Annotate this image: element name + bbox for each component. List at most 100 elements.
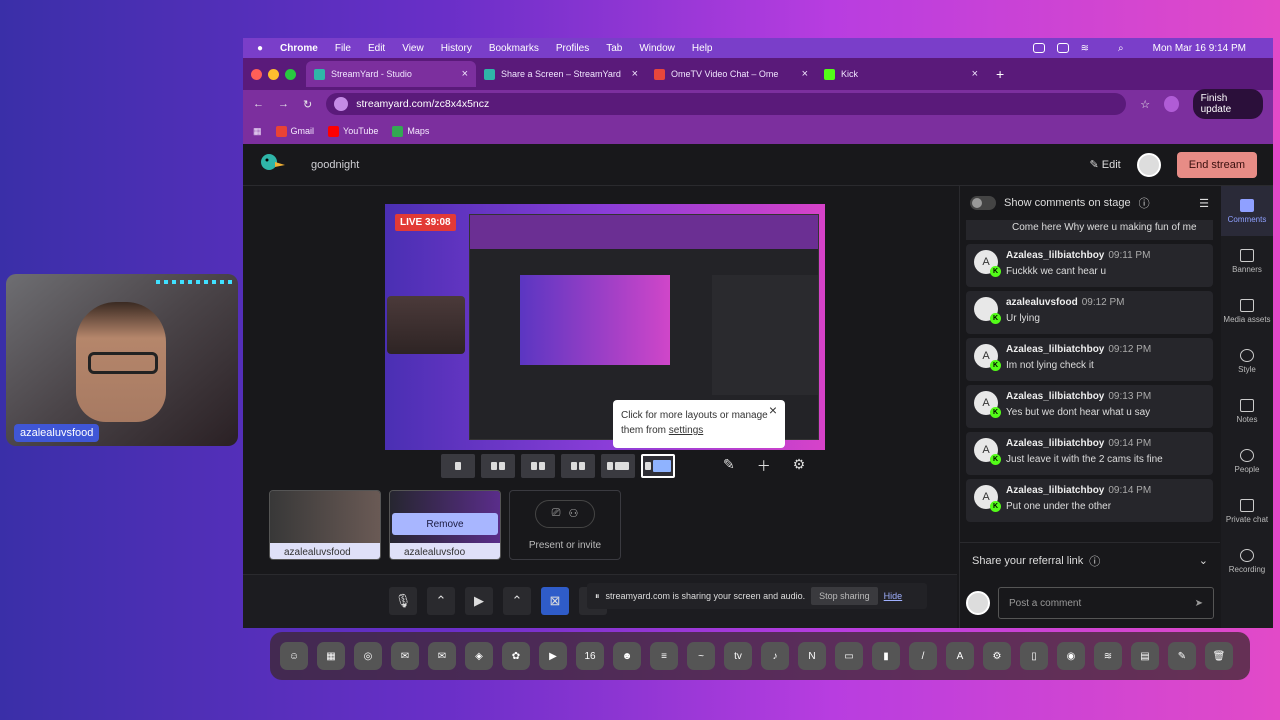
destination-avatar[interactable] (1136, 152, 1161, 177)
microphone-icon[interactable]: 🎙 (389, 587, 417, 615)
profile-avatar[interactable] (1164, 96, 1179, 112)
contacts-icon[interactable]: ☻ (613, 642, 641, 670)
gear-icon[interactable]: ⚙ (793, 456, 806, 476)
layout-solo[interactable] (441, 454, 475, 478)
preview-icon[interactable]: ✎ (1168, 642, 1196, 670)
present-or-invite-card[interactable]: ⎚ ⚇ Present or invite (509, 490, 621, 560)
nav-comments[interactable]: Comments (1221, 186, 1273, 236)
menu-edit[interactable]: Edit (368, 43, 385, 54)
freeform-icon[interactable]: ~ (687, 642, 715, 670)
menu-history[interactable]: History (441, 43, 472, 54)
referral-section[interactable]: Share your referral link ⓘ ⌄ (960, 542, 1220, 578)
screen-share-icon[interactable] (1032, 43, 1045, 53)
layout-group[interactable] (481, 454, 515, 478)
apple-icon[interactable]: ● (257, 43, 263, 54)
nav-private-chat[interactable]: Private chat (1221, 486, 1273, 536)
photos-icon[interactable]: ✿ (502, 642, 530, 670)
maps-app-icon[interactable]: ◈ (465, 642, 493, 670)
visual-effects-icon[interactable]: ⊠ (541, 587, 569, 615)
minimize-window-button[interactable] (268, 68, 279, 80)
nav-media-assets[interactable]: Media assets (1221, 286, 1273, 336)
menubar-clock[interactable]: Mon Mar 16 9:14 PM (1153, 43, 1246, 54)
messages-icon[interactable]: ✉ (391, 642, 419, 670)
trash-icon[interactable]: 🗑 (1205, 642, 1233, 670)
chevron-down-icon[interactable]: ⌄ (1199, 554, 1208, 567)
url-field[interactable]: streamyard.com/zc8x4x5ncz (326, 93, 1127, 115)
layout-screen[interactable] (601, 454, 635, 478)
menu-view[interactable]: View (402, 43, 424, 54)
facetime-icon[interactable]: ▶ (539, 642, 567, 670)
bookmark-youtube[interactable]: YouTube (328, 125, 378, 137)
safari-icon[interactable]: ◎ (354, 642, 382, 670)
comment-item[interactable]: A Azaleas_lilbiatchboy09:13 PM Yes but we … (966, 385, 1213, 428)
participant-thumbnail[interactable]: azalealuvsfood (269, 490, 381, 560)
tv-icon[interactable]: tv (724, 642, 752, 670)
close-tab-icon[interactable]: × (462, 68, 468, 80)
menu-help[interactable]: Help (692, 43, 713, 54)
menu-file[interactable]: File (335, 43, 351, 54)
tab-share-screen[interactable]: Share a Screen – StreamYard × (476, 61, 646, 87)
system-settings-icon[interactable]: ⚙ (983, 642, 1011, 670)
layout-picture-in-picture[interactable] (641, 454, 675, 478)
nav-notes[interactable]: Notes (1221, 386, 1273, 436)
bookmark-maps[interactable]: Maps (392, 125, 429, 137)
show-comments-toggle[interactable] (970, 196, 996, 210)
nav-style[interactable]: Style (1221, 336, 1273, 386)
stop-sharing-button[interactable]: Stop sharing (811, 587, 878, 605)
iphone-mirroring-icon[interactable]: ▯ (1020, 642, 1048, 670)
search-icon[interactable]: ⌕ (1118, 43, 1124, 54)
layout-leader[interactable] (521, 454, 555, 478)
wifi-icon[interactable]: ≋ (1081, 43, 1089, 54)
nav-people[interactable]: People (1221, 436, 1273, 486)
close-tab-icon[interactable]: × (972, 68, 978, 80)
apps-grid-icon[interactable]: ▦ (253, 126, 262, 137)
keynote-icon[interactable]: ▭ (835, 642, 863, 670)
remove-from-stage-button[interactable]: Remove (392, 513, 498, 535)
screen-share-thumbnail[interactable]: Remove azalealuvsfoo (389, 490, 501, 560)
site-info-icon[interactable] (334, 97, 349, 111)
menu-tab[interactable]: Tab (606, 43, 622, 54)
pencil-icon[interactable]: ✎ (723, 456, 735, 476)
comment-item[interactable]: A Azaleas_lilbiatchboy09:12 PM Im not lyin… (966, 338, 1213, 381)
forward-icon[interactable]: → (278, 98, 289, 110)
music-icon[interactable]: ♪ (761, 642, 789, 670)
send-icon[interactable]: ➤ (1195, 598, 1203, 609)
finish-update-button[interactable]: Finish update (1192, 89, 1263, 119)
close-icon[interactable]: × (769, 403, 777, 418)
comment-item[interactable]: A Azaleas_lilbiatchboy09:11 PMFuckkk we c… (966, 244, 1213, 287)
menu-profiles[interactable]: Profiles (556, 43, 589, 54)
settings-link[interactable]: settings (669, 425, 703, 436)
nav-recording[interactable]: Recording (1221, 536, 1273, 586)
edit-button[interactable]: ✎ Edit (1090, 158, 1121, 171)
help-icon[interactable]: ⓘ (1089, 553, 1100, 569)
app-store-icon[interactable]: A (946, 642, 974, 670)
tab-ometv[interactable]: OmeTV Video Chat – Ome × (646, 61, 816, 87)
spotify-icon[interactable]: ≋ (1094, 642, 1122, 670)
chrome-icon[interactable]: ◉ (1057, 642, 1085, 670)
notes-app-icon[interactable]: ▤ (1131, 642, 1159, 670)
camera-icon[interactable]: ▶ (465, 587, 493, 615)
new-tab-button[interactable]: + (996, 66, 1004, 82)
layout-thin[interactable] (561, 454, 595, 478)
zoom-window-button[interactable] (285, 68, 296, 80)
bookmark-gmail[interactable]: Gmail (275, 125, 314, 137)
battery-icon[interactable] (1056, 43, 1069, 53)
bookmark-star-icon[interactable]: ☆ (1140, 98, 1150, 111)
comment-item[interactable]: A Azaleas_lilbiatchboy09:14 PM Put one und… (966, 479, 1213, 522)
end-stream-button[interactable]: End stream (1176, 151, 1257, 178)
calendar-icon[interactable]: 16 (576, 642, 604, 670)
comment-item[interactable]: azalealuvsfood09:12 PM Ur lying (966, 291, 1213, 334)
tab-kick[interactable]: Kick × (816, 61, 986, 87)
reload-icon[interactable]: ↻ (303, 98, 312, 111)
tab-streamyard-studio[interactable]: StreamYard - Studio × (306, 61, 476, 87)
help-icon[interactable]: ⓘ (1139, 195, 1150, 211)
reminders-icon[interactable]: ≡ (650, 642, 678, 670)
pages-icon[interactable]: / (909, 642, 937, 670)
numbers-icon[interactable]: ▮ (872, 642, 900, 670)
comment-item[interactable]: A Azaleas_lilbiatchboy09:14 PM Just leave … (966, 432, 1213, 475)
menu-app-name[interactable]: Chrome (280, 43, 318, 54)
close-tab-icon[interactable]: × (802, 68, 808, 80)
post-comment-input[interactable]: Post a comment ➤ (998, 587, 1214, 619)
mail-icon[interactable]: ✉ (428, 642, 456, 670)
menu-window[interactable]: Window (639, 43, 675, 54)
